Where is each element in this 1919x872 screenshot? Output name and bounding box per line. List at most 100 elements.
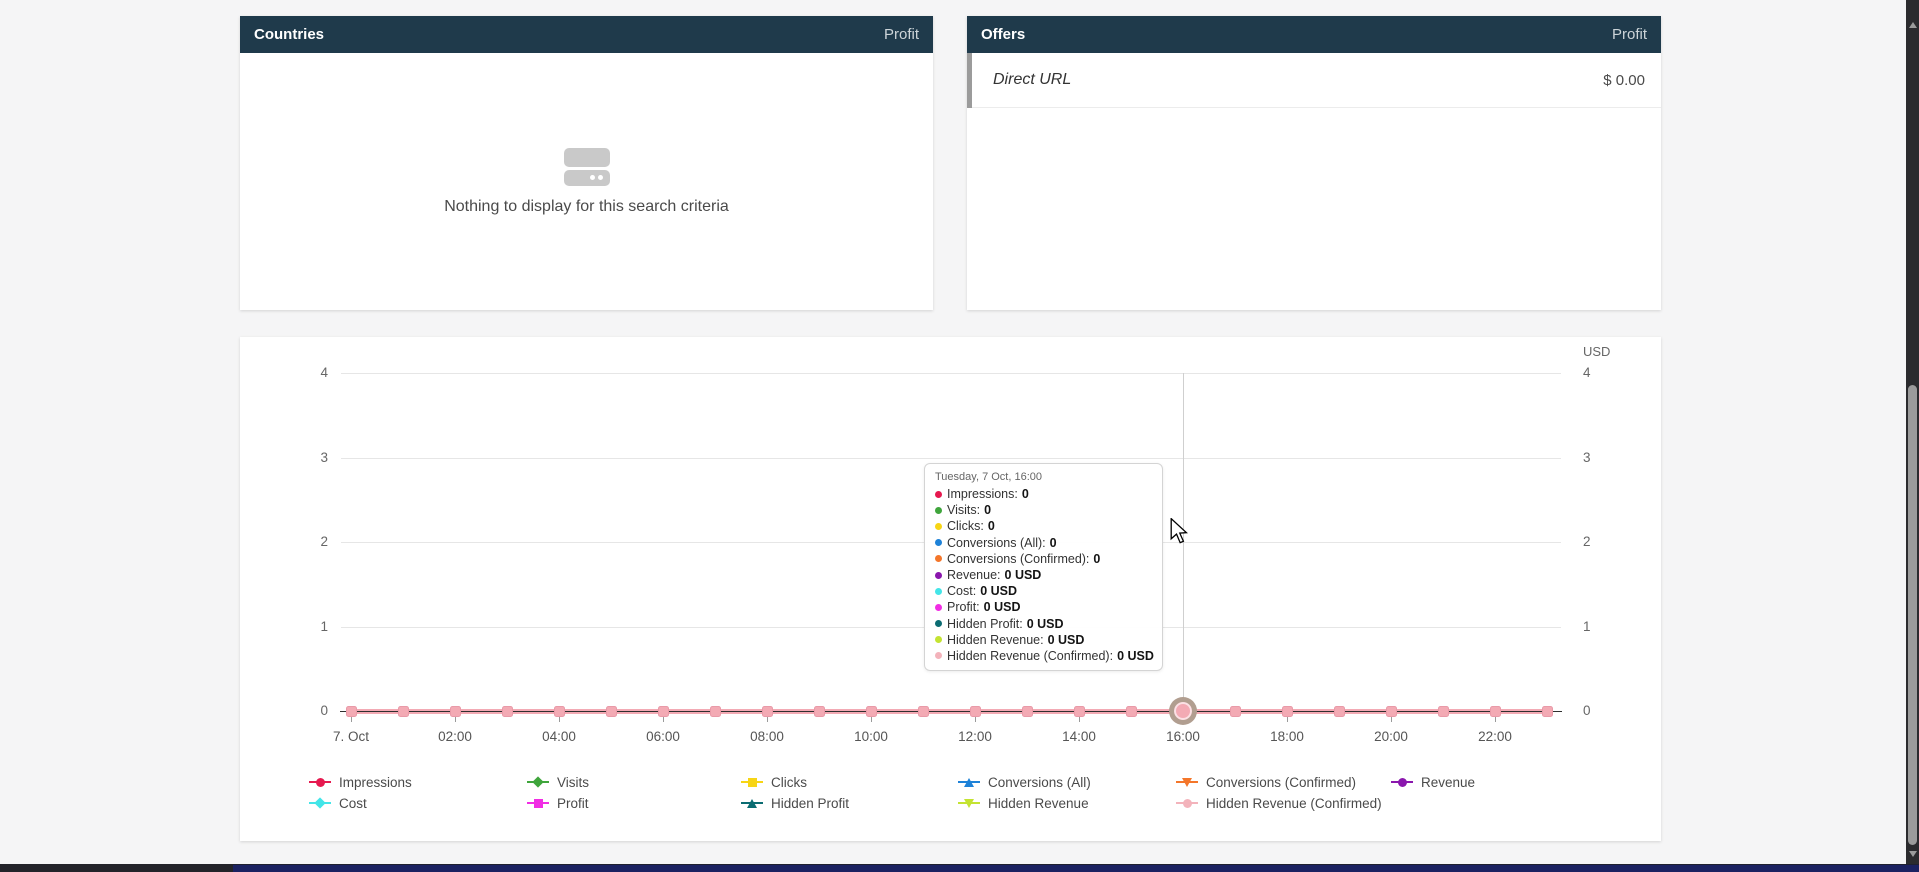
data-point-marker (1386, 706, 1397, 717)
legend-marker (741, 796, 763, 810)
tooltip-series-value: 0 USD (1005, 568, 1042, 582)
square-marker-icon (534, 799, 543, 808)
tooltip-series-label: Revenue: (947, 568, 1001, 582)
circle-marker-icon (1183, 799, 1192, 808)
tooltip-series-label: Profit: (947, 600, 980, 614)
tooltip-item: Revenue: 0 USD (935, 567, 1152, 583)
legend-label: Conversions (Confirmed) (1206, 775, 1356, 790)
data-point-marker (814, 706, 825, 717)
square-marker-icon (748, 778, 757, 787)
bottom-bar-left (0, 864, 233, 872)
offers-panel: Offers Profit Direct URL $ 0.00 (967, 16, 1661, 310)
legend-marker (309, 775, 331, 789)
data-point-marker (710, 706, 721, 717)
scrollbar-thumb[interactable] (1908, 385, 1917, 845)
offer-row-accent-bar (967, 53, 972, 108)
data-point-marker (658, 706, 669, 717)
legend-marker (527, 796, 549, 810)
data-point-marker (918, 706, 929, 717)
triangle-up-marker-icon (964, 778, 974, 787)
legend-item-revenue[interactable]: Revenue (1391, 775, 1475, 789)
offer-name: Direct URL (993, 71, 1071, 89)
tooltip-series-dot-icon (935, 555, 942, 562)
dashboard-page: Countries Profit Nothing to display for … (0, 0, 1919, 872)
legend-label: Cost (339, 796, 367, 811)
data-point-marker (1490, 706, 1501, 717)
countries-panel-header: Countries Profit (240, 16, 933, 53)
legend-item-hidden-revenue[interactable]: Hidden Revenue (958, 796, 1089, 810)
countries-empty-state: Nothing to display for this search crite… (240, 53, 933, 310)
data-point-marker (606, 706, 617, 717)
data-point-marker (970, 706, 981, 717)
data-point-marker (398, 706, 409, 717)
legend-marker (527, 775, 549, 789)
legend-item-conversions-all[interactable]: Conversions (All) (958, 775, 1091, 789)
countries-panel: Countries Profit Nothing to display for … (240, 16, 933, 310)
triangle-down-marker-icon (1182, 778, 1192, 787)
legend-item-visits[interactable]: Visits (527, 775, 589, 789)
tooltip-series-value: 0 USD (984, 600, 1021, 614)
tooltip-item: Conversions (Confirmed): 0 (935, 551, 1152, 567)
tooltip-series-dot-icon (935, 572, 942, 579)
legend-marker (958, 775, 980, 789)
tooltip-series-value: 0 (1093, 552, 1100, 566)
chart-panel: USD 44332211007. Oct02:0004:0006:0008:00… (240, 337, 1661, 841)
data-point-marker (502, 706, 513, 717)
legend-item-impressions[interactable]: Impressions (309, 775, 412, 789)
legend-item-hidden-revenue-confirmed[interactable]: Hidden Revenue (Confirmed) (1176, 796, 1382, 810)
tooltip-series-label: Clicks: (947, 519, 984, 533)
tooltip-item: Hidden Revenue (Confirmed):0 USD (935, 648, 1152, 664)
tooltip-series-value: 0 USD (1048, 633, 1085, 647)
data-point-marker (1230, 706, 1241, 717)
tooltip-series-dot-icon (935, 491, 942, 498)
data-point-marker (762, 706, 773, 717)
offer-profit-value: $ 0.00 (1603, 72, 1645, 89)
legend-marker (1176, 796, 1198, 810)
triangle-down-marker-icon (964, 799, 974, 808)
legend-label: Impressions (339, 775, 412, 790)
legend-marker (1176, 775, 1198, 789)
tooltip-item: Profit: 0 USD (935, 599, 1152, 615)
legend-item-conversions-confirmed[interactable]: Conversions (Confirmed) (1176, 775, 1356, 789)
offer-row-direct-url[interactable]: Direct URL $ 0.00 (967, 53, 1661, 108)
tooltip-item: Conversions (All):0 (935, 535, 1152, 551)
data-point-marker (1022, 706, 1033, 717)
data-point-marker (450, 706, 461, 717)
vertical-scrollbar[interactable] (1906, 0, 1919, 872)
legend-marker (1391, 775, 1413, 789)
data-point-marker (1542, 706, 1553, 717)
tooltip-item: Clicks: 0 (935, 518, 1152, 534)
data-point-marker (1438, 706, 1449, 717)
legend-item-profit[interactable]: Profit (527, 796, 589, 810)
circle-marker-icon (1398, 778, 1407, 787)
tooltip-series-value: 0 USD (1027, 617, 1064, 631)
tooltip-series-label: Hidden Revenue (Confirmed): (947, 649, 1113, 663)
legend-marker (309, 796, 331, 810)
data-point-marker (1334, 706, 1345, 717)
data-point-marker (866, 706, 877, 717)
tooltip-series-dot-icon (935, 539, 942, 546)
tooltip-series-label: Visits: (947, 503, 980, 517)
legend-item-cost[interactable]: Cost (309, 796, 367, 810)
highlighted-data-point (1169, 697, 1197, 725)
tooltip-series-label: Conversions (Confirmed): (947, 552, 1089, 566)
x-axis-line (340, 711, 1562, 712)
tooltip-series-dot-icon (935, 636, 942, 643)
tooltip-series-dot-icon (935, 604, 942, 611)
diamond-marker-icon (314, 797, 325, 808)
tooltip-series-label: Conversions (All): (947, 536, 1046, 550)
tooltip-series-value: 0 (988, 519, 995, 533)
legend-item-hidden-profit[interactable]: Hidden Profit (741, 796, 849, 810)
legend-label: Profit (557, 796, 589, 811)
legend-marker (741, 775, 763, 789)
scrollbar-down-arrow-icon[interactable] (1909, 851, 1917, 857)
data-point-marker (1282, 706, 1293, 717)
countries-panel-title: Countries (254, 26, 324, 43)
tooltip-item: Hidden Profit:0 USD (935, 616, 1152, 632)
chart-tooltip: Tuesday, 7 Oct, 16:00 Impressions:0Visit… (924, 463, 1163, 671)
tooltip-item: Impressions:0 (935, 486, 1152, 502)
legend-item-clicks[interactable]: Clicks (741, 775, 807, 789)
mouse-cursor (1168, 518, 1190, 544)
legend-label: Clicks (771, 775, 807, 790)
scrollbar-up-arrow-icon[interactable] (1909, 22, 1917, 28)
